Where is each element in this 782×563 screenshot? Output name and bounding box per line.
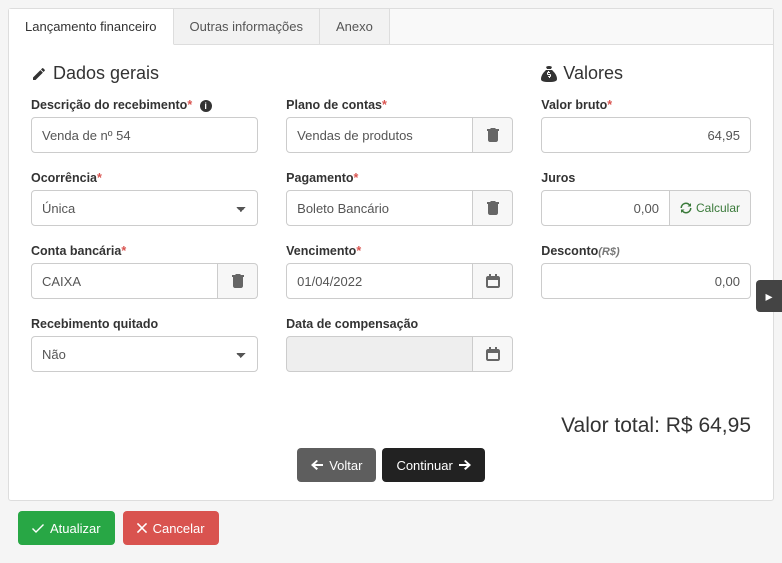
calendar-icon: [486, 347, 500, 361]
edit-icon: [31, 66, 47, 82]
section-valores: Valores: [541, 63, 751, 84]
label-valor-bruto: Valor bruto*: [541, 98, 751, 112]
tab-outras-informacoes[interactable]: Outras informações: [174, 9, 320, 44]
quitado-select[interactable]: Não: [31, 336, 258, 372]
check-icon: [32, 523, 44, 533]
vencimento-calendar-button[interactable]: [473, 263, 513, 299]
label-desconto: Desconto(R$): [541, 244, 751, 258]
compensacao-calendar-button[interactable]: [473, 336, 513, 372]
trash-icon: [232, 274, 244, 288]
tab-anexo[interactable]: Anexo: [320, 9, 390, 44]
juros-input[interactable]: [541, 190, 670, 226]
descricao-input[interactable]: [31, 117, 258, 153]
label-quitado: Recebimento quitado: [31, 317, 258, 331]
tabs: Lançamento financeiro Outras informações…: [9, 9, 773, 45]
pagamento-clear-button[interactable]: [473, 190, 513, 226]
valor-bruto-input[interactable]: [541, 117, 751, 153]
desconto-input[interactable]: [541, 263, 751, 299]
compensacao-input: [286, 336, 473, 372]
info-icon[interactable]: i: [200, 100, 212, 112]
tab-lancamento-financeiro[interactable]: Lançamento financeiro: [9, 9, 174, 45]
trash-icon: [487, 128, 499, 142]
calendar-icon: [486, 274, 500, 288]
calcular-button[interactable]: Calcular: [670, 190, 751, 226]
label-conta: Conta bancária*: [31, 244, 258, 258]
label-vencimento: Vencimento*: [286, 244, 513, 258]
play-icon: ▸: [765, 288, 772, 305]
pagamento-input[interactable]: [286, 190, 473, 226]
cancelar-button[interactable]: Cancelar: [123, 511, 219, 545]
label-pagamento: Pagamento*: [286, 171, 513, 185]
continuar-button[interactable]: Continuar: [382, 448, 484, 482]
arrow-right-icon: [459, 460, 471, 470]
label-compensacao: Data de compensação: [286, 317, 513, 331]
section-dados-gerais: Dados gerais: [31, 63, 258, 84]
label-descricao: Descrição do recebimento* i: [31, 98, 258, 112]
conta-clear-button[interactable]: [218, 263, 258, 299]
voltar-button[interactable]: Voltar: [297, 448, 376, 482]
money-bag-icon: [541, 66, 557, 82]
ocorrencia-select[interactable]: Única: [31, 190, 258, 226]
trash-icon: [487, 201, 499, 215]
label-juros: Juros: [541, 171, 751, 185]
conta-input[interactable]: [31, 263, 218, 299]
side-panel-toggle[interactable]: ▸: [756, 280, 782, 312]
label-plano: Plano de contas*: [286, 98, 513, 112]
vencimento-input[interactable]: [286, 263, 473, 299]
arrow-left-icon: [311, 460, 323, 470]
refresh-icon: [680, 202, 692, 214]
atualizar-button[interactable]: Atualizar: [18, 511, 115, 545]
plano-clear-button[interactable]: [473, 117, 513, 153]
label-ocorrencia: Ocorrência*: [31, 171, 258, 185]
plano-input[interactable]: [286, 117, 473, 153]
close-icon: [137, 523, 147, 533]
valor-total: Valor total: R$ 64,95: [31, 414, 751, 438]
